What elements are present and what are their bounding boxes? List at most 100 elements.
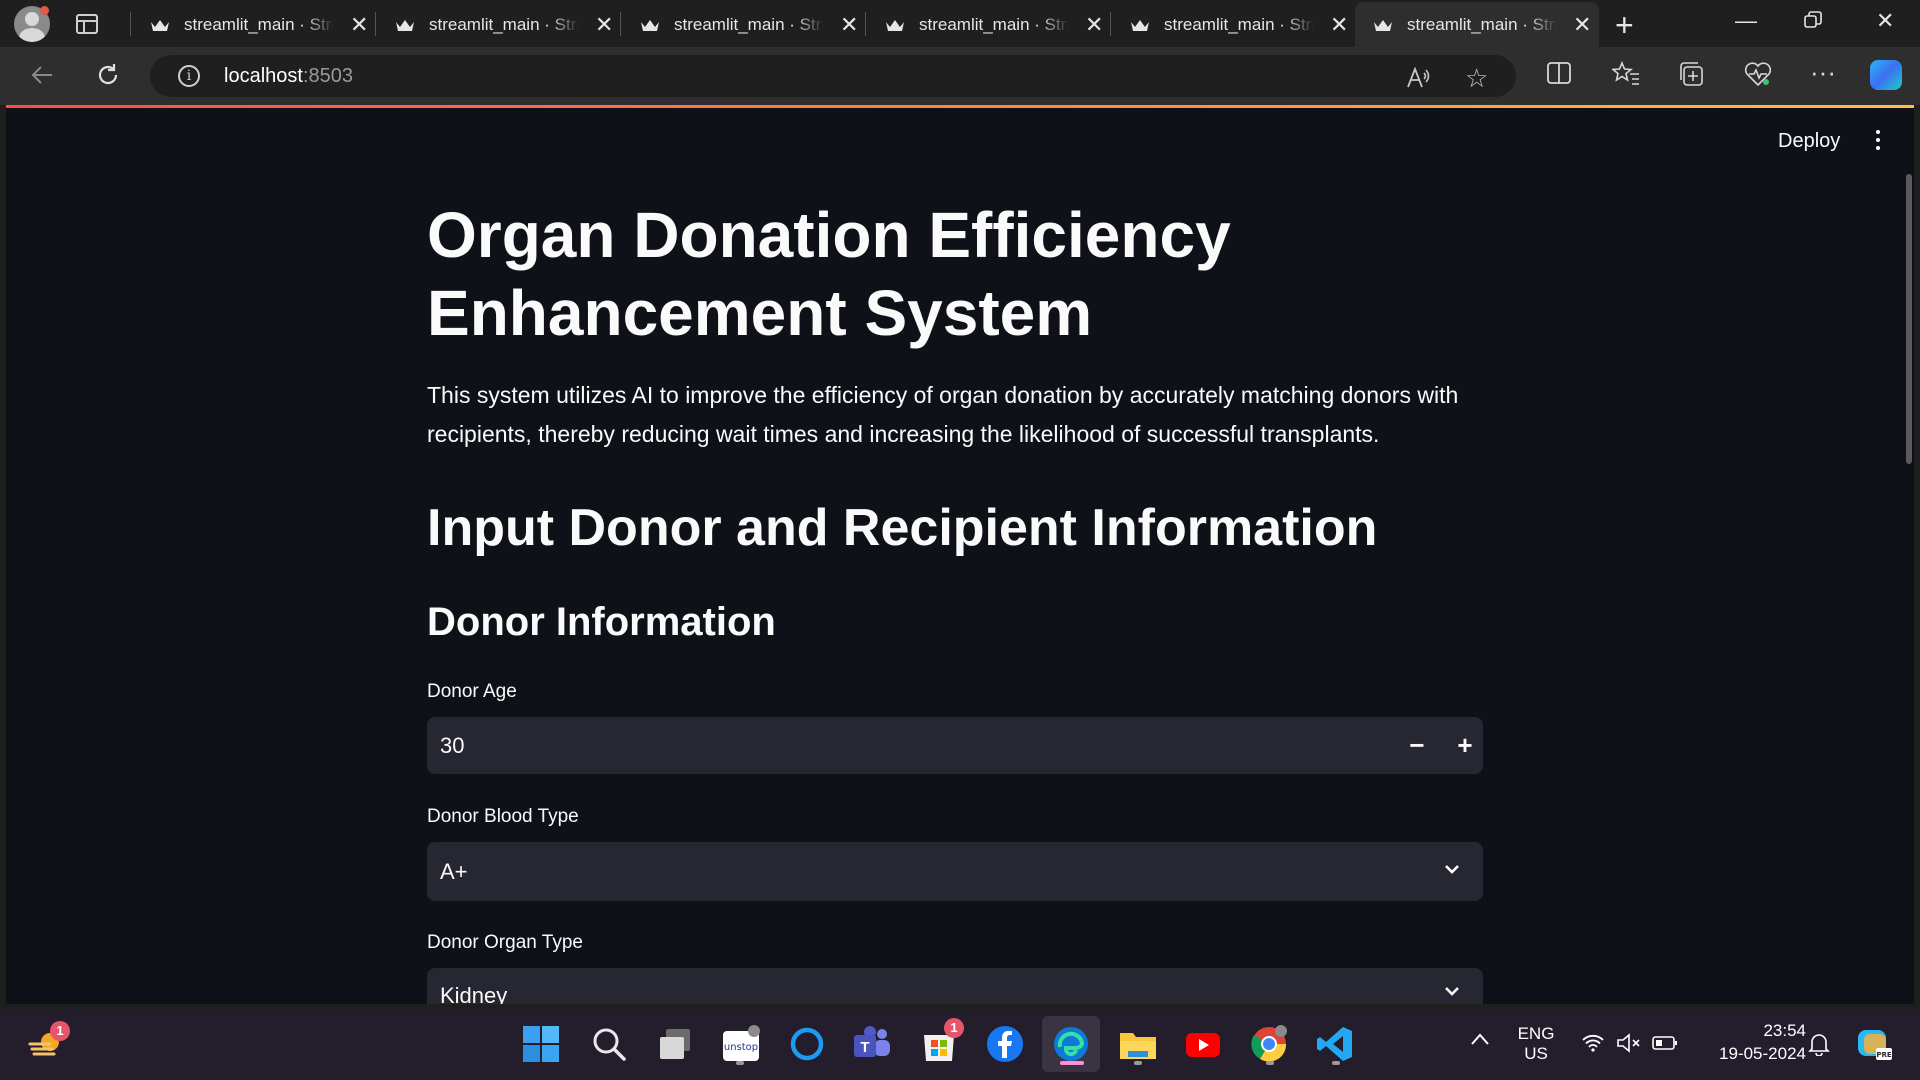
close-tab-icon[interactable]: ✕: [595, 13, 613, 36]
battery-icon[interactable]: [1652, 1035, 1678, 1056]
teams-icon[interactable]: T: [852, 1025, 890, 1063]
start-windows-icon[interactable]: [522, 1025, 560, 1063]
close-tab-icon[interactable]: ✕: [350, 13, 368, 36]
running-indicator: [1332, 1061, 1340, 1065]
chevron-down-icon[interactable]: [1441, 858, 1463, 880]
streamlit-crown-icon: [1130, 18, 1150, 32]
active-indicator: [1060, 1061, 1084, 1065]
close-tab-icon[interactable]: ✕: [840, 13, 858, 36]
browser-tab[interactable]: streamlit_main · Streamlit ✕: [867, 2, 1111, 47]
deploy-button[interactable]: Deploy: [1778, 130, 1840, 153]
chevron-down-icon[interactable]: [1441, 980, 1463, 1002]
language-indicator[interactable]: ENG US: [1516, 1024, 1556, 1064]
donor-organ-type-select[interactable]: Kidney: [427, 968, 1483, 1004]
tab-title: streamlit_main · Streamlit: [674, 14, 824, 34]
page-title: Organ Donation Efficiency Enhancement Sy…: [427, 199, 1231, 349]
tab-actions-icon[interactable]: [76, 13, 98, 34]
donor-blood-type-value: A+: [440, 858, 468, 884]
streamlit-crown-icon: [150, 18, 170, 32]
close-tab-icon[interactable]: ✕: [1330, 13, 1348, 36]
donor-blood-type-label: Donor Blood Type: [427, 806, 579, 827]
close-window-icon[interactable]: ✕: [1876, 8, 1894, 34]
back-icon[interactable]: [28, 61, 56, 96]
chrome-icon[interactable]: [1250, 1025, 1288, 1063]
store-badge: 1: [944, 1018, 964, 1038]
tab-title: streamlit_main · Streamlit: [1164, 14, 1314, 34]
tab-separator: [1110, 12, 1111, 36]
copilot-icon[interactable]: [1870, 60, 1902, 90]
donor-organ-type-label: Donor Organ Type: [427, 932, 583, 953]
svg-text:T: T: [860, 1039, 869, 1056]
favorite-star-icon[interactable]: ☆: [1465, 63, 1488, 94]
youtube-icon[interactable]: [1184, 1025, 1222, 1063]
address-bar-row: i localhost:8503 ☆ ···: [0, 47, 1920, 105]
clock[interactable]: 23:54 19-05-2024: [1696, 1021, 1806, 1064]
close-tab-icon[interactable]: ✕: [1085, 13, 1103, 36]
url-bar[interactable]: i localhost:8503 ☆: [150, 55, 1516, 97]
wifi-icon[interactable]: [1582, 1034, 1604, 1057]
unstop-app-icon[interactable]: unstop: [722, 1025, 760, 1063]
browser-tab[interactable]: streamlit_main · Streamlit ✕: [622, 2, 866, 47]
facebook-icon[interactable]: [986, 1025, 1024, 1063]
profile-notification-dot: [40, 6, 49, 15]
donor-blood-type-select[interactable]: A+: [427, 842, 1483, 901]
volume-muted-icon[interactable]: [1616, 1033, 1642, 1058]
running-indicator: [736, 1061, 744, 1065]
tab-separator: [130, 12, 131, 36]
clock-date: 19-05-2024: [1719, 1044, 1806, 1063]
browser-tab[interactable]: streamlit_main · Streamlit ✕: [377, 2, 621, 47]
tab-separator: [620, 12, 621, 36]
section-heading: Input Donor and Recipient Information: [427, 499, 1378, 557]
reload-icon[interactable]: [94, 61, 122, 96]
browser-tab[interactable]: streamlit_main · Streamlit ✕: [1112, 2, 1356, 47]
vscode-icon[interactable]: [1316, 1025, 1354, 1063]
minimize-icon[interactable]: —: [1735, 8, 1757, 34]
favorites-icon[interactable]: [1610, 60, 1640, 94]
url-host: localhost: [224, 64, 303, 87]
streamlit-crown-icon: [395, 18, 415, 32]
increment-button[interactable]: +: [1447, 728, 1483, 764]
intro-paragraph: This system utilizes AI to improve the e…: [427, 382, 1459, 447]
copilot-taskbar-icon[interactable]: PRE: [1856, 1026, 1894, 1064]
svg-text:unstop: unstop: [724, 1042, 758, 1053]
windows-taskbar: 1 unstop T 1 ENG US 23:54 19-05-2024 PRE: [0, 1010, 1920, 1080]
tab-title: streamlit_main · Streamlit: [919, 14, 1069, 34]
tab-title: streamlit_main · Streamlit: [429, 14, 579, 34]
tab-separator: [375, 12, 376, 36]
browser-essentials-icon[interactable]: [1744, 61, 1772, 94]
collections-icon[interactable]: [1678, 61, 1706, 94]
browser-tab-active[interactable]: streamlit_main · Streamlit ✕: [1355, 2, 1599, 47]
tab-title: streamlit_main · Streamlit: [184, 14, 334, 34]
donor-organ-type-value: Kidney: [440, 982, 508, 1005]
donor-age-label: Donor Age: [427, 681, 517, 702]
restore-icon[interactable]: [1804, 9, 1822, 35]
clock-time: 23:54: [1763, 1021, 1806, 1040]
task-view-icon[interactable]: [656, 1025, 694, 1063]
read-aloud-icon[interactable]: [1406, 66, 1430, 95]
running-indicator: [1266, 1061, 1274, 1065]
running-indicator: [1134, 1061, 1142, 1065]
main-menu-icon[interactable]: [1876, 130, 1880, 154]
file-explorer-icon[interactable]: [1118, 1025, 1156, 1063]
search-icon[interactable]: [590, 1025, 628, 1063]
browser-tab[interactable]: streamlit_main · Streamlit ✕: [132, 2, 376, 47]
donor-info-heading: Donor Information: [427, 600, 776, 644]
tab-title: streamlit_main · Streamlit: [1407, 14, 1557, 34]
site-info-icon[interactable]: i: [178, 65, 200, 87]
weather-badge: 1: [50, 1021, 70, 1041]
tab-separator: [865, 12, 866, 36]
split-screen-icon[interactable]: [1546, 61, 1572, 92]
donor-age-number-input[interactable]: 30 − +: [427, 717, 1483, 774]
more-options-icon[interactable]: ···: [1810, 57, 1836, 88]
close-tab-icon[interactable]: ✕: [1573, 13, 1591, 36]
cortana-icon[interactable]: [788, 1025, 826, 1063]
svg-text:PRE: PRE: [1876, 1051, 1892, 1059]
language-code: ENG: [1517, 1024, 1555, 1043]
show-hidden-icons-icon[interactable]: [1470, 1026, 1490, 1052]
notification-bell-icon[interactable]: [1808, 1032, 1830, 1061]
streamlit-crown-icon: [1373, 18, 1393, 32]
page-scrollbar[interactable]: [1906, 174, 1912, 464]
decrement-button[interactable]: −: [1399, 728, 1435, 764]
new-tab-icon[interactable]: +: [1615, 7, 1634, 44]
donor-age-value[interactable]: 30: [440, 733, 464, 759]
